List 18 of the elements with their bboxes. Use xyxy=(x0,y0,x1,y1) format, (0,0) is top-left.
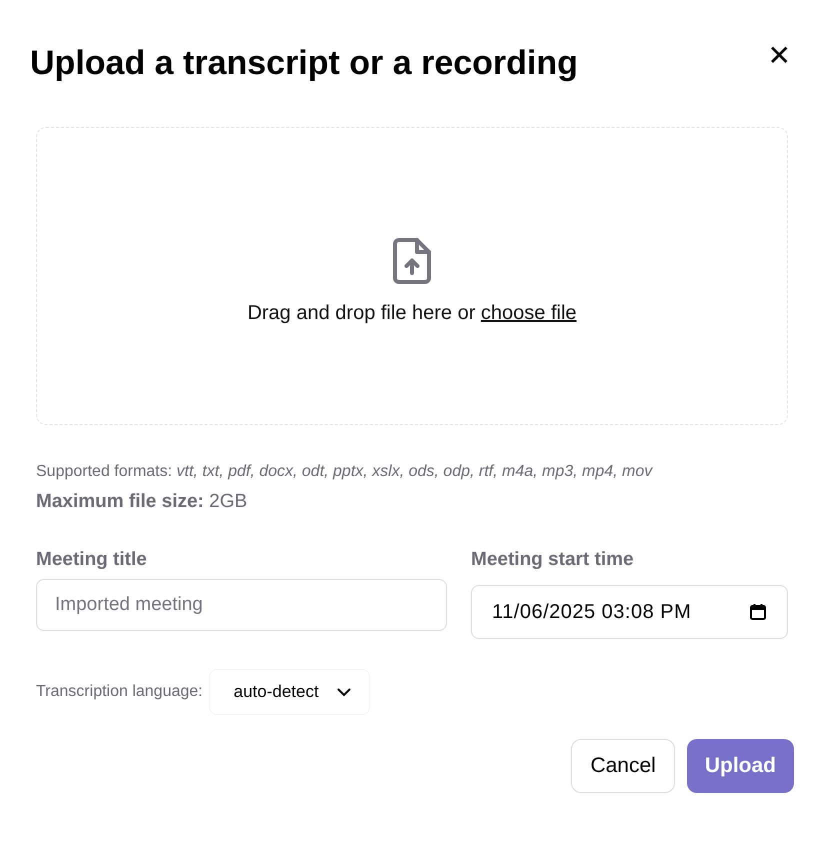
language-select[interactable]: auto-detect xyxy=(208,669,370,715)
meeting-title-field[interactable]: Imported meeting xyxy=(36,579,447,631)
close-button[interactable]: ✕ xyxy=(768,42,791,70)
supported-formats-text: Supported formats: vtt, txt, pdf, docx, odt, pptx, xslx, ods, odp, rtf, m4a, mp3, mp4, mov xyxy=(36,463,654,481)
drop-zone[interactable]: Drag and drop file here or choose file xyxy=(36,127,788,425)
file-upload-icon xyxy=(393,238,431,284)
language-label: Transcription language: xyxy=(36,683,203,701)
cancel-button[interactable]: Cancel xyxy=(571,739,675,793)
max-file-size-text: Maximum file size: 2GB xyxy=(36,491,248,513)
chevron-down-icon xyxy=(336,688,351,696)
field-label: Meeting title xyxy=(36,549,148,571)
upload-button[interactable]: Upload xyxy=(686,739,794,793)
dialog-title: Upload a transcript or a recording xyxy=(30,44,578,83)
date-time-field[interactable]: 11/06/2025 03:08 PM xyxy=(471,585,788,639)
choose-file-link[interactable]: choose file xyxy=(480,302,577,324)
drop-instruction: Drag and drop file here or choose file xyxy=(247,302,577,324)
field-label: Meeting start time xyxy=(471,549,635,571)
calendar-icon xyxy=(749,603,767,621)
